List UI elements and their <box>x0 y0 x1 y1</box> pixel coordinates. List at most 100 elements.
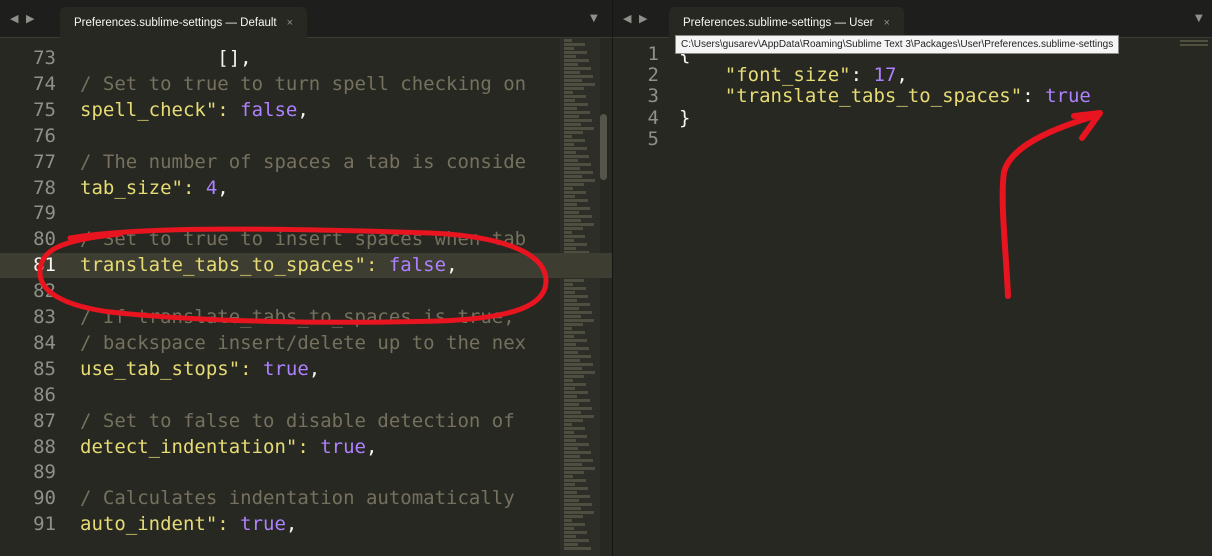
line-number: 76 <box>33 124 56 147</box>
minimap-row <box>564 295 588 298</box>
code-token: , <box>308 357 321 380</box>
tab-user-settings[interactable]: Preferences.sublime-settings — User × <box>669 7 904 38</box>
minimap-row <box>564 467 595 470</box>
minimap-row <box>564 51 587 54</box>
minimap-row <box>564 355 591 358</box>
chevron-down-icon[interactable]: ▼ <box>1195 13 1203 24</box>
code-token: , <box>446 254 458 277</box>
minimap-row <box>564 119 592 122</box>
tab-nav-arrows[interactable]: ◀ ▶ <box>623 12 649 25</box>
minimap-row <box>564 499 579 502</box>
line-number: 91 <box>33 513 56 536</box>
minimap-row <box>564 491 577 494</box>
minimap-row <box>564 523 585 526</box>
minimap-row <box>564 71 580 74</box>
code-token: : <box>850 64 874 87</box>
minimap-row <box>564 159 578 162</box>
minimap-row <box>564 227 583 230</box>
minimap-row <box>564 403 579 406</box>
code-token: true <box>320 435 366 458</box>
minimap-row <box>564 387 575 390</box>
tab-default-settings[interactable]: Preferences.sublime-settings — Default × <box>60 7 308 38</box>
code-text: / Calculates indentation automatically <box>80 486 515 511</box>
editor-pane-user[interactable]: 1{2 "font_size": 17, 3 "translate_tabs_to… <box>612 38 1212 556</box>
minimap-row <box>564 147 587 150</box>
line-number: 74 <box>33 72 56 95</box>
line-number: 73 <box>33 47 56 69</box>
minimap-row <box>564 531 587 534</box>
minimap-row <box>564 375 584 378</box>
tab-nav-arrows[interactable]: ◀ ▶ <box>10 12 36 25</box>
minimap-row <box>564 547 591 550</box>
minimap-row <box>564 487 588 490</box>
line-number: 84 <box>33 331 56 354</box>
minimap-row <box>564 371 595 374</box>
minimap-user[interactable] <box>1180 38 1208 58</box>
minimap-row <box>564 527 574 530</box>
minimap-row <box>564 351 578 354</box>
minimap-row <box>564 383 586 386</box>
line-number: 75 <box>33 98 56 121</box>
line-number: 5 <box>647 127 659 150</box>
minimap-row <box>564 179 595 182</box>
minimap-row <box>564 407 592 410</box>
minimap-row <box>564 331 585 334</box>
minimap-row <box>564 323 583 326</box>
code-token: , <box>896 64 908 87</box>
code-text: spell_check": false, <box>80 98 309 123</box>
minimap-row <box>564 103 588 106</box>
code-token: / If translate_tabs_to_spaces is true, <box>80 306 515 328</box>
minimap-row <box>564 447 578 450</box>
minimap-row <box>564 291 575 294</box>
minimap-row <box>564 215 592 218</box>
minimap-row <box>564 75 593 78</box>
code-token: spell_check": <box>80 98 241 121</box>
editor-pane-default[interactable]: 73 [], 74 / Set to true to turn spell chec… <box>0 38 612 556</box>
code-token: use_tab_stops": <box>80 357 264 380</box>
minimap-row <box>564 175 582 178</box>
minimap-row <box>564 443 589 446</box>
minimap-row <box>564 283 573 286</box>
minimap-row <box>564 187 573 190</box>
minimap-row <box>564 151 576 154</box>
minimap-row <box>564 287 586 290</box>
code-text: "translate_tabs_to_spaces": true <box>679 84 1091 109</box>
code-text: / backspace insert/delete up to the nex <box>80 331 526 356</box>
minimap-row <box>564 475 573 478</box>
code-token: , <box>365 435 378 458</box>
minimap-row <box>564 207 590 210</box>
minimap-row <box>564 343 576 346</box>
minimap-row <box>564 43 585 46</box>
minimap-row <box>564 223 594 226</box>
minimap-row <box>564 427 585 430</box>
close-icon[interactable]: × <box>287 17 293 29</box>
minimap-row <box>564 415 594 418</box>
minimap-row <box>564 451 591 454</box>
close-icon[interactable]: × <box>883 17 889 29</box>
minimap-row <box>564 519 572 522</box>
minimap-row <box>564 203 577 206</box>
chevron-down-icon[interactable]: ▼ <box>590 13 598 24</box>
line-number: 77 <box>33 150 56 173</box>
code-text: } <box>679 106 690 131</box>
code-token: 4 <box>205 176 218 199</box>
code-token: [], <box>80 47 252 69</box>
minimap-row <box>564 195 575 198</box>
minimap-row <box>564 455 580 458</box>
minimap-row <box>564 247 576 250</box>
minimap-row <box>564 123 581 126</box>
line-number: 83 <box>33 306 56 328</box>
line-number: 89 <box>33 461 56 484</box>
minimap-row <box>564 55 576 58</box>
tab-default-settings-label: Preferences.sublime-settings — Default <box>74 17 277 29</box>
minimap[interactable] <box>560 38 600 556</box>
line-number: 86 <box>33 383 56 406</box>
minimap-row <box>564 335 574 338</box>
scrollbar-thumb[interactable] <box>600 114 607 180</box>
minimap-row <box>564 483 575 486</box>
minimap-row <box>564 191 586 194</box>
code-line-81[interactable]: 81 translate_tabs_to_spaces": false, <box>0 253 612 279</box>
minimap-row <box>564 127 594 130</box>
minimap-row <box>564 91 573 94</box>
